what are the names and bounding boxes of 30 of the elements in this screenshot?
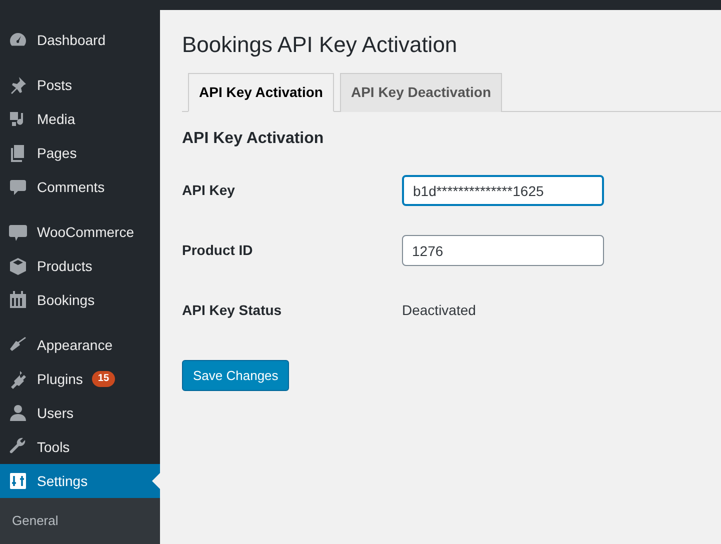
menu-item[interactable]: Appearance: [0, 328, 160, 362]
save-button[interactable]: Save Changes: [182, 360, 290, 392]
tab[interactable]: API Key Activation: [188, 73, 334, 112]
tab[interactable]: API Key Deactivation: [340, 73, 502, 112]
section-heading: API Key Activation: [182, 129, 325, 149]
page-title: Bookings API Key Activation: [182, 32, 458, 58]
input-field[interactable]: b1d**************1625: [402, 175, 604, 206]
menu-item[interactable]: Tools: [0, 430, 160, 464]
sliders-icon: [8, 471, 28, 491]
field-label: Product ID: [182, 241, 254, 260]
person-icon: [8, 403, 28, 423]
menu-item[interactable]: Products: [0, 249, 160, 283]
menu-item[interactable]: WooCommerce: [0, 215, 160, 249]
field-label: API Key: [182, 181, 236, 200]
menu-item[interactable]: Bookings: [0, 283, 160, 317]
field-label: API Key Status: [182, 301, 283, 320]
menu-item[interactable]: Posts: [0, 68, 160, 102]
menu-item[interactable]: Media: [0, 102, 160, 136]
menu-item[interactable]: Comments: [0, 170, 160, 204]
input-field[interactable]: 1276: [402, 235, 604, 266]
speech-bubble-icon: [8, 177, 28, 197]
calendar-icon: [8, 290, 28, 310]
menu-item[interactable]: Users: [0, 396, 160, 430]
status-value: Deactivated: [402, 301, 476, 320]
box-icon: [8, 256, 28, 276]
menu-item[interactable]: Settings: [0, 464, 160, 498]
menu-item[interactable]: Pages: [0, 136, 160, 170]
menu-item[interactable]: Plugins 15: [0, 362, 160, 396]
update-count-badge: 15: [92, 371, 116, 387]
menu-item[interactable]: Dashboard: [0, 23, 160, 57]
